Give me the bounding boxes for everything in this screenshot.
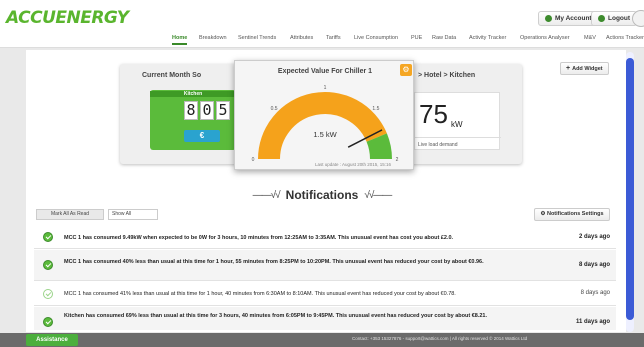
tab-mv[interactable]: M&V: [584, 35, 596, 41]
pulse-icon: ——√√: [252, 189, 281, 201]
gauge-title: Expected Value For Chiller 1: [277, 68, 373, 75]
footer-contact: Contact: +353 15327876 - support@wattics…: [352, 336, 528, 341]
plus-icon: +: [566, 65, 571, 72]
notifications-title: Notifications: [285, 188, 359, 202]
live-load-unit: kW: [451, 120, 463, 129]
widget-title-current-month: Current Month So: [142, 72, 202, 79]
notification-text: Kitchen has consumed 69% less than usual…: [64, 313, 487, 319]
accuenergy-logo[interactable]: ACCUENERGY: [6, 8, 129, 28]
gauge-tick-label: 2: [396, 157, 399, 163]
gauge-tick-label: 0: [252, 157, 255, 163]
notifications-settings-button[interactable]: ⚙ Notifications Settings: [534, 208, 610, 221]
notification-row[interactable]: MCC 1 has consumed 41% less than usual a…: [34, 282, 616, 306]
notifications-settings-label: Notifications Settings: [546, 211, 604, 217]
gauge-arc-alert: [366, 133, 392, 160]
tab-activity-tracker[interactable]: Activity Tracker: [469, 35, 506, 41]
gear-icon[interactable]: ⚙: [400, 64, 412, 76]
notification-row[interactable]: MCC 1 has consumed 40% less than usual a…: [34, 250, 616, 281]
logout-button[interactable]: Logout: [591, 11, 638, 26]
counter-digit: 8: [184, 101, 198, 120]
user-avatar[interactable]: [632, 10, 644, 27]
chiller-gauge-widget[interactable]: Expected Value For Chiller 1 ⚙ 0 0.5 1 1.5 2…: [234, 60, 414, 170]
notification-text: MCC 1 has consumed 9.49kW when expected …: [64, 235, 454, 241]
notifications-list: MCC 1 has consumed 9.49kW when expected …: [34, 224, 616, 330]
notification-row[interactable]: Kitchen has consumed 69% less than usual…: [34, 307, 616, 330]
my-account-button[interactable]: My Account: [538, 11, 599, 26]
tab-home[interactable]: Home: [172, 35, 188, 45]
check-circle-icon[interactable]: [43, 289, 53, 299]
gauge-tick-label: 1: [324, 85, 327, 91]
tab-operations-analyser[interactable]: Operations Analyser: [520, 35, 570, 41]
gauge-dial: 0 0.5 1 1.5 2: [252, 85, 399, 163]
euro-currency-badge: €: [184, 130, 220, 142]
counter-digit: 0: [200, 101, 214, 120]
notification-text: MCC 1 has consumed 40% less than usual a…: [64, 259, 484, 265]
app-header: ACCUENERGY My Account Logout: [0, 0, 644, 32]
tab-attributes[interactable]: Attributes: [290, 35, 313, 41]
tab-raw-data[interactable]: Raw Data: [432, 35, 456, 41]
notification-time: 2 days ago: [578, 234, 610, 240]
kitchen-label: Kitchen: [150, 91, 236, 97]
kitchen-cost-widget[interactable]: Kitchen 8 0 5 €: [150, 90, 236, 150]
live-load-value: 75: [419, 99, 448, 129]
cost-counter: 8 0 5: [184, 101, 230, 120]
live-load-widget[interactable]: 75 kW Live load demand: [414, 92, 501, 151]
tab-actions-tracker[interactable]: Actions Tracker: [606, 35, 644, 41]
widget-title-hotel-kitchen: > Hotel > Kitchen: [418, 72, 476, 79]
main-nav: Home Breakdown Sentinel Trends Attribute…: [0, 32, 644, 48]
tab-live-consumption[interactable]: Live Consumption: [354, 35, 398, 41]
notifications-header: ——√√ Notifications √√——: [0, 188, 644, 202]
check-circle-icon[interactable]: [43, 317, 53, 327]
live-load-label: Live load demand: [415, 137, 501, 151]
logout-label: Logout: [608, 15, 631, 22]
mark-all-read-button[interactable]: Mark All As Read: [36, 209, 104, 220]
add-widget-button[interactable]: + Add Widget: [560, 62, 609, 75]
check-circle-icon[interactable]: [43, 232, 53, 242]
notification-text: MCC 1 has consumed 41% less than usual a…: [64, 291, 456, 297]
app-footer: Assistance Contact: +353 15327876 - supp…: [0, 333, 644, 347]
add-widget-label: Add Widget: [572, 66, 603, 72]
gauge-tick-label: 1.5: [372, 106, 379, 112]
pulse-icon: √√——: [364, 189, 392, 201]
notification-row[interactable]: MCC 1 has consumed 9.49kW when expected …: [34, 226, 616, 249]
notification-time: 8 days ago: [578, 262, 610, 268]
my-account-label: My Account: [555, 15, 592, 22]
tab-tariffs[interactable]: Tariffs: [326, 35, 341, 41]
notification-time: 11 days ago: [575, 319, 610, 325]
gear-icon: [545, 15, 552, 22]
check-circle-icon[interactable]: [43, 260, 53, 270]
notification-time: 8 days ago: [580, 290, 610, 296]
show-all-select[interactable]: Show All: [108, 209, 158, 220]
tab-pue[interactable]: PUE: [411, 35, 422, 41]
tab-sentinel-trends[interactable]: Sentinel Trends: [238, 35, 276, 41]
gauge-last-update: Last update : August 20th 2015, 15:16: [315, 162, 392, 167]
power-icon: [598, 15, 605, 22]
gauge-value-label: 1.5 kW: [313, 130, 337, 139]
assistance-button[interactable]: Assistance: [26, 334, 78, 346]
counter-digit: 5: [216, 101, 230, 120]
gauge-tick-label: 0.5: [271, 106, 278, 112]
tab-breakdown[interactable]: Breakdown: [199, 35, 227, 41]
